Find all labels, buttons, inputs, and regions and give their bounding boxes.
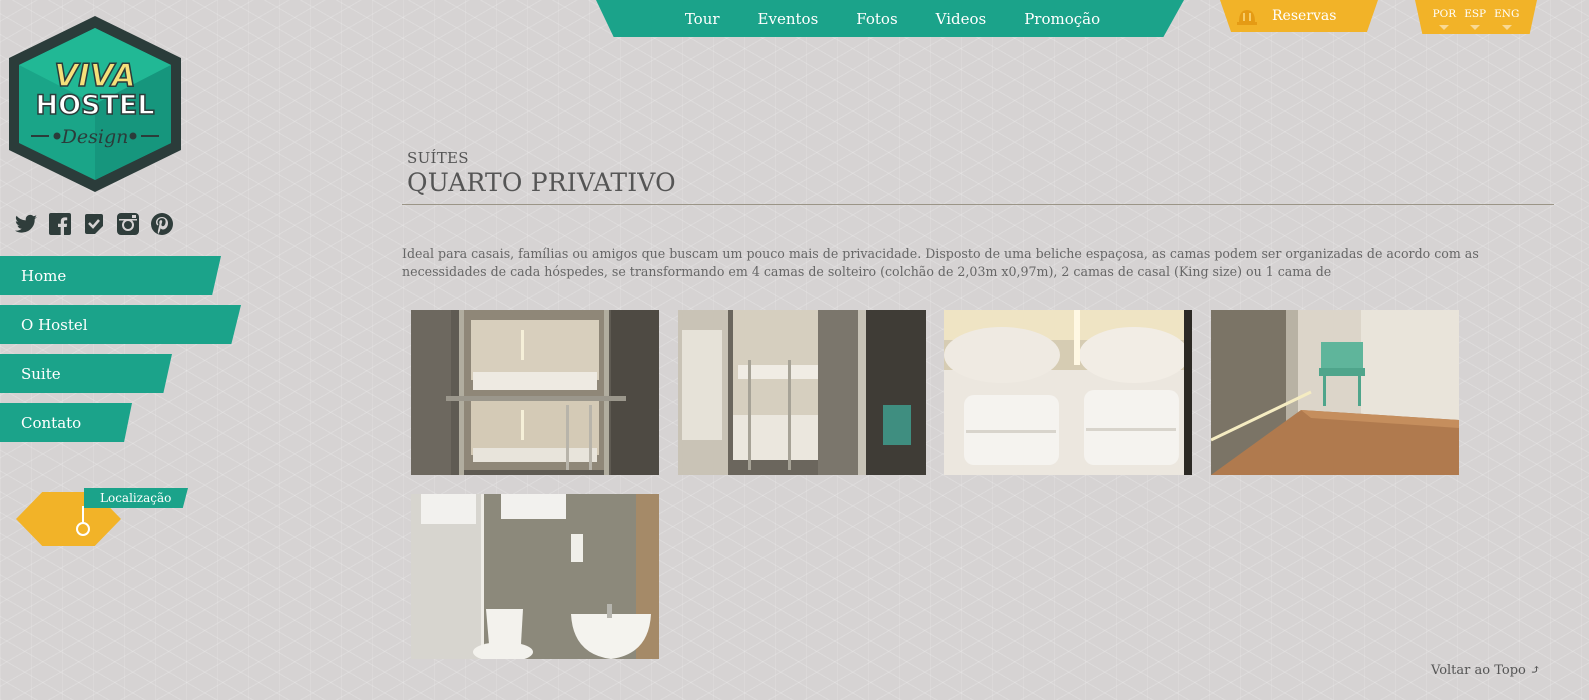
reservas-button[interactable]: Reservas (1220, 0, 1378, 32)
instagram-icon[interactable] (116, 212, 140, 236)
sidebar-item-o-hostel[interactable]: O Hostel (0, 305, 241, 344)
nav-eventos[interactable]: Eventos (758, 10, 819, 28)
foursquare-icon[interactable] (82, 212, 106, 236)
sidebar-item-suite[interactable]: Suite (0, 354, 172, 393)
logo-line-hostel: HOSTEL (35, 90, 154, 121)
map-pin-icon (76, 522, 90, 536)
facebook-icon[interactable] (48, 212, 72, 236)
gallery-photo-2[interactable] (678, 310, 926, 475)
page-category: SUÍTES (407, 149, 469, 167)
pinterest-icon[interactable] (150, 212, 174, 236)
gallery-photo-5[interactable] (411, 494, 659, 659)
nav-tour[interactable]: Tour (685, 10, 720, 28)
page-title: QUARTO PRIVATIVO (407, 168, 676, 197)
side-nav: Home O Hostel Suite Contato (0, 256, 241, 452)
nav-fotos[interactable]: Fotos (856, 10, 897, 28)
twitter-icon[interactable] (14, 212, 38, 236)
gallery-photo-3[interactable] (944, 310, 1192, 475)
sidebar-item-contato[interactable]: Contato (0, 403, 132, 442)
logo-line-design: Design (61, 126, 129, 148)
lang-esp[interactable]: ESP (1464, 8, 1486, 30)
title-divider (402, 204, 1554, 205)
nav-promocao[interactable]: Promoção (1024, 10, 1100, 28)
gallery-photo-1[interactable] (411, 310, 659, 475)
language-switcher: POR ESP ENG (1415, 0, 1537, 34)
reservas-label: Reservas (1272, 8, 1337, 24)
viva-hostel-logo[interactable]: VIVA HOSTEL Design (5, 14, 185, 194)
logo-line-viva: VIVA (54, 58, 135, 94)
location-link[interactable]: Localização (16, 488, 191, 548)
bell-icon (1236, 6, 1258, 26)
nav-videos[interactable]: Videos (936, 10, 987, 28)
lang-eng[interactable]: ENG (1494, 8, 1519, 30)
lang-por[interactable]: POR (1433, 8, 1457, 30)
back-to-top-link[interactable]: Voltar ao Topo ⤴ (1431, 663, 1541, 678)
sidebar-item-home[interactable]: Home (0, 256, 221, 295)
map-pin-stick (82, 506, 84, 523)
location-label: Localização (84, 488, 188, 508)
top-nav: Tour Eventos Fotos Videos Promoção (596, 0, 1184, 37)
gallery-photo-4[interactable] (1211, 310, 1459, 475)
social-links (14, 212, 174, 236)
room-description: Ideal para casais, famílias ou amigos qu… (402, 246, 1479, 279)
